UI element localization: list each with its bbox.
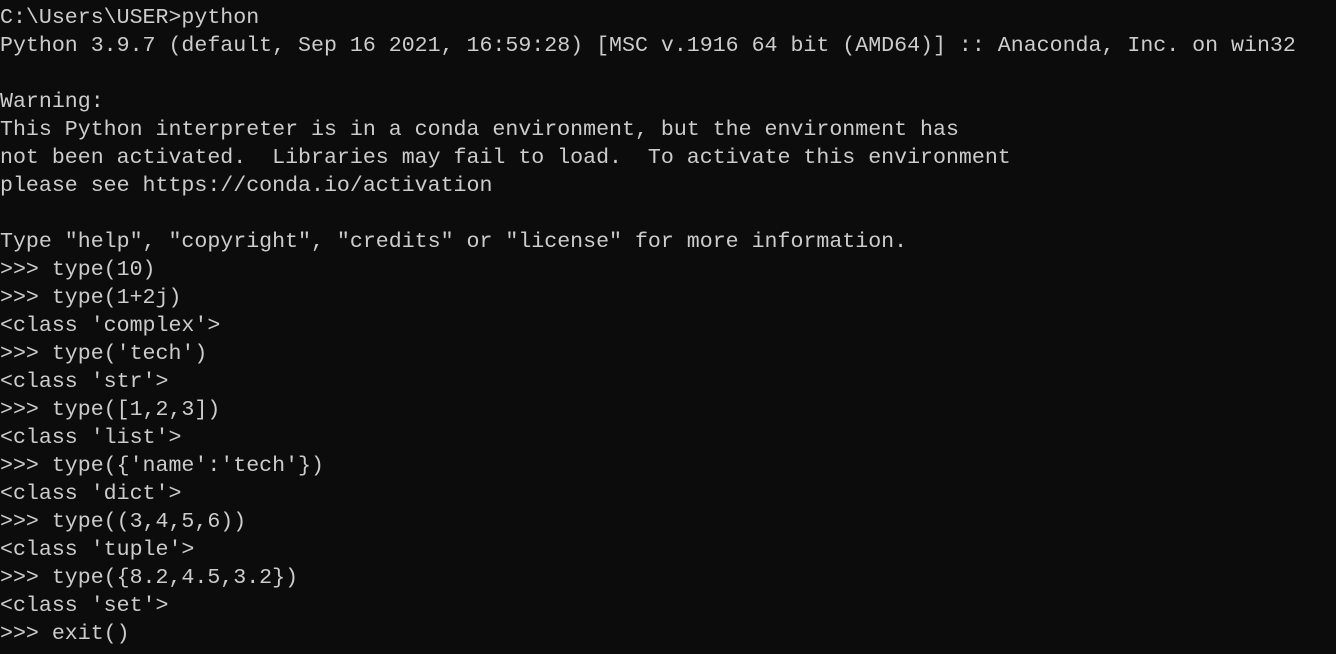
repl-input-line: >>> type((3,4,5,6)): [0, 510, 247, 534]
repl-output-line: <class 'set'>: [0, 594, 169, 618]
warning-text: This Python interpreter is in a conda en…: [0, 118, 959, 142]
repl-input-line: >>> type(10): [0, 258, 156, 282]
warning-text: please see https://conda.io/activation: [0, 174, 493, 198]
repl-output-line: <class 'dict'>: [0, 482, 182, 506]
command-prompt-line: C:\Users\USER>python: [0, 6, 260, 30]
help-info-line: Type "help", "copyright", "credits" or "…: [0, 230, 908, 254]
repl-output-line: <class 'str'>: [0, 370, 169, 394]
repl-output-line: <class 'complex'>: [0, 314, 221, 338]
terminal-output[interactable]: C:\Users\USER>python Python 3.9.7 (defaul…: [0, 0, 1336, 648]
repl-input-line: >>> exit(): [0, 622, 130, 646]
warning-text: not been activated. Libraries may fail t…: [0, 146, 1011, 170]
repl-output-line: <class 'list'>: [0, 426, 182, 450]
repl-input-line: >>> type(1+2j): [0, 286, 182, 310]
repl-input-line: >>> type({8.2,4.5,3.2}): [0, 566, 299, 590]
warning-heading: Warning:: [0, 90, 104, 114]
python-version-line: Python 3.9.7 (default, Sep 16 2021, 16:5…: [0, 34, 1296, 58]
repl-input-line: >>> type('tech'): [0, 342, 208, 366]
repl-input-line: >>> type({'name':'tech'}): [0, 454, 324, 478]
repl-input-line: >>> type([1,2,3]): [0, 398, 221, 422]
repl-output-line: <class 'tuple'>: [0, 538, 195, 562]
